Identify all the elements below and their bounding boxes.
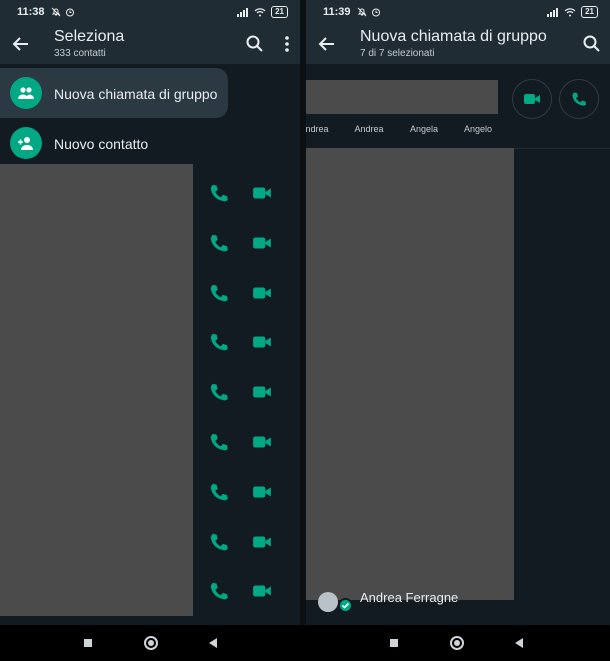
contact-count: 333 contatti <box>54 48 106 59</box>
alarm-icon <box>65 8 74 17</box>
back-nav-icon[interactable] <box>511 635 527 651</box>
new-group-call-row[interactable]: Nuova chiamata di gruppo <box>0 68 228 118</box>
status-bar: 11:39 21 <box>306 0 610 24</box>
video-icon[interactable] <box>252 432 272 452</box>
search-icon[interactable] <box>245 34 265 54</box>
battery-level: 21 <box>581 6 598 18</box>
video-icon[interactable] <box>252 233 272 253</box>
avatar <box>318 592 338 612</box>
recents-icon[interactable] <box>80 635 96 651</box>
redacted-selected-avatars <box>306 80 498 114</box>
phone-icon[interactable] <box>209 432 229 452</box>
redacted-contacts <box>306 148 514 600</box>
phone-icon <box>572 92 586 106</box>
system-nav-bar <box>0 625 610 661</box>
selected-contact-name: Angelo <box>463 124 493 134</box>
new-contact-row[interactable]: Nuovo contatto <box>0 120 300 166</box>
new-contact-label: Nuovo contatto <box>54 136 149 152</box>
home-icon[interactable] <box>143 635 159 651</box>
home-icon[interactable] <box>449 635 465 651</box>
signal-icon <box>547 8 559 17</box>
arrow-left-icon[interactable] <box>316 33 338 55</box>
check-icon <box>338 598 353 613</box>
page-title: Seleziona <box>54 28 125 45</box>
group-icon <box>10 77 42 109</box>
wifi-icon <box>564 8 576 17</box>
video-icon[interactable] <box>252 382 272 402</box>
back-nav-icon[interactable] <box>205 635 221 651</box>
video-icon[interactable] <box>252 183 272 203</box>
video-icon[interactable] <box>252 332 272 352</box>
alarm-icon <box>371 8 380 17</box>
status-bar: 11:38 21 <box>0 0 300 24</box>
selected-contact-name: Andrea <box>354 124 384 134</box>
phone-icon[interactable] <box>209 283 229 303</box>
video-icon <box>524 94 540 104</box>
status-time: 11:38 <box>17 6 45 18</box>
signal-icon <box>237 8 249 17</box>
recents-icon[interactable] <box>386 635 402 651</box>
person-add-icon <box>10 127 42 159</box>
arrow-left-icon[interactable] <box>10 33 32 55</box>
voice-call-button[interactable] <box>559 79 599 119</box>
contact-picker-screen: 11:38 21 Seleziona 333 contatti Nuova ch… <box>0 0 300 625</box>
status-time: 11:39 <box>323 6 351 18</box>
phone-icon[interactable] <box>209 581 229 601</box>
battery-level: 21 <box>271 6 288 18</box>
video-icon[interactable] <box>252 581 272 601</box>
phone-icon[interactable] <box>209 183 229 203</box>
phone-icon[interactable] <box>209 332 229 352</box>
video-icon[interactable] <box>252 283 272 303</box>
new-group-call-label: Nuova chiamata di gruppo <box>54 86 218 102</box>
phone-icon[interactable] <box>209 532 229 552</box>
phone-icon[interactable] <box>209 382 229 402</box>
phone-icon[interactable] <box>209 482 229 502</box>
redacted-contacts <box>0 164 193 616</box>
search-icon[interactable] <box>582 34 602 54</box>
selected-count: 7 di 7 selezionati <box>360 48 435 59</box>
bell-off-icon <box>357 7 366 17</box>
video-icon[interactable] <box>252 532 272 552</box>
bell-off-icon <box>51 7 60 17</box>
wifi-icon <box>254 8 266 17</box>
phone-icon[interactable] <box>209 233 229 253</box>
video-call-button[interactable] <box>512 79 552 119</box>
page-title: Nuova chiamata di gruppo <box>360 28 547 45</box>
video-icon[interactable] <box>252 482 272 502</box>
contact-name[interactable]: Andrea Ferragne <box>360 590 458 605</box>
selected-contact-name: ndrea <box>306 124 329 134</box>
more-vert-icon[interactable] <box>283 34 291 54</box>
selected-contact-name: Angela <box>409 124 439 134</box>
group-call-screen: 11:39 21 Nuova chiamata di gruppo 7 di 7… <box>306 0 610 625</box>
